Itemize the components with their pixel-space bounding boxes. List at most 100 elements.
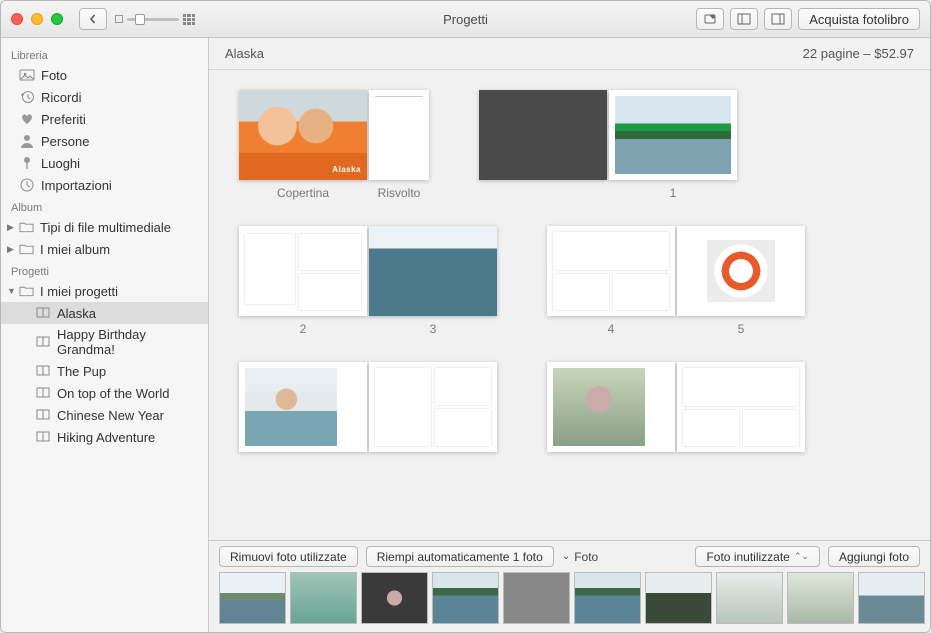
tray-thumbnail-strip[interactable]	[209, 572, 930, 632]
sidebar-item-people[interactable]: Persone	[1, 130, 208, 152]
tray-thumbnail[interactable]	[219, 572, 286, 624]
sidebar-project-pup[interactable]: The Pup	[1, 360, 208, 382]
buy-book-button[interactable]: Acquista fotolibro	[798, 8, 920, 30]
sidebar-item-my-projects[interactable]: ▼ I miei progetti	[1, 280, 208, 302]
disclosure-triangle-icon[interactable]: ▼	[7, 286, 14, 296]
fullscreen-window-button[interactable]	[51, 13, 63, 25]
book-icon	[35, 334, 51, 350]
remove-used-photos-button[interactable]: Rimuovi foto utilizzate	[219, 546, 358, 567]
tray-thumbnail[interactable]	[858, 572, 925, 624]
tray-thumbnail[interactable]	[574, 572, 641, 624]
layout-toggle-button[interactable]	[730, 8, 758, 30]
spread-2-3[interactable]: 2 3	[239, 226, 497, 336]
tray-photos-label: Foto	[574, 550, 598, 564]
photo-filter-label: Foto inutilizzate	[706, 550, 789, 564]
page-2[interactable]	[239, 226, 367, 316]
grid-icon	[183, 14, 195, 25]
sidebar-item-label: I miei album	[40, 242, 110, 257]
page-3[interactable]	[369, 226, 497, 316]
book-settings-button[interactable]	[696, 8, 724, 30]
page-9[interactable]	[677, 362, 805, 452]
add-photos-button[interactable]: Aggiungi foto	[828, 546, 920, 567]
sidebar: Libreria Foto Ricordi Preferiti Persone …	[1, 38, 209, 632]
window-controls	[11, 13, 63, 25]
disclosure-triangle-icon[interactable]: ▶	[7, 244, 14, 255]
tray-thumbnail[interactable]	[290, 572, 357, 624]
sidebar-project-world[interactable]: On top of the World	[1, 382, 208, 404]
tray-thumbnail[interactable]	[503, 572, 570, 624]
page-8[interactable]	[547, 362, 675, 452]
tray-thumbnail[interactable]	[432, 572, 499, 624]
back-button[interactable]	[79, 8, 107, 30]
sidebar-item-label: Tipi di file multimediale	[40, 220, 171, 235]
autofill-label: Riempi automaticamente 1 foto	[377, 550, 543, 564]
page-label: 2	[239, 322, 367, 336]
page-inside-cover[interactable]	[479, 90, 607, 180]
book-title: Alaska	[225, 46, 264, 61]
sidebar-item-media-types[interactable]: ▶ Tipi di file multimediale	[1, 216, 208, 238]
page-cover[interactable]: Alaska	[239, 90, 367, 180]
zoom-slider[interactable]	[115, 14, 195, 25]
page-flap[interactable]	[369, 90, 429, 180]
sidebar-item-label: Chinese New Year	[57, 408, 164, 423]
book-icon	[35, 363, 51, 379]
sidebar-item-label: Ricordi	[41, 90, 81, 105]
tray-thumbnail[interactable]	[645, 572, 712, 624]
page-label: 3	[369, 322, 497, 336]
book-icon	[35, 429, 51, 445]
book-icon	[35, 305, 51, 321]
sidebar-item-imports[interactable]: Importazioni	[1, 174, 208, 196]
sidebar-item-label: Foto	[41, 68, 67, 83]
sidebar-item-memories[interactable]: Ricordi	[1, 86, 208, 108]
tray-thumbnail[interactable]	[787, 572, 854, 624]
tray-photos-toggle[interactable]: ⌄ Foto	[562, 550, 598, 564]
sidebar-item-label: Happy Birthday Grandma!	[57, 327, 202, 357]
spread-0-1[interactable]: 1	[479, 90, 737, 200]
sidebar-item-label: The Pup	[57, 364, 106, 379]
heart-icon	[19, 111, 35, 127]
sidebar-item-places[interactable]: Luoghi	[1, 152, 208, 174]
sidebar-project-cny[interactable]: Chinese New Year	[1, 404, 208, 426]
page-label: 4	[547, 322, 675, 336]
sidebar-item-label: Luoghi	[41, 156, 80, 171]
autofill-button[interactable]: Riempi automaticamente 1 foto	[366, 546, 554, 567]
sidebar-item-my-albums[interactable]: ▶ I miei album	[1, 238, 208, 260]
page-label: 5	[677, 322, 805, 336]
spread-cover[interactable]: Alaska Copertina Risvolto	[239, 90, 429, 200]
sidebar-project-hiking[interactable]: Hiking Adventure	[1, 426, 208, 448]
spread-4-5[interactable]: 4 5	[547, 226, 805, 336]
folder-icon	[18, 283, 34, 299]
photo-filter-dropdown[interactable]: Foto inutilizzate ⌃⌄	[695, 546, 819, 567]
sidebar-project-alaska[interactable]: Alaska	[1, 302, 208, 324]
pin-icon	[19, 155, 35, 171]
sidebar-section-projects: Progetti	[1, 260, 208, 280]
book-pages-scroll[interactable]: Alaska Copertina Risvolto	[209, 70, 930, 540]
sidebar-project-grandma[interactable]: Happy Birthday Grandma!	[1, 324, 208, 360]
sidebar-item-label: I miei progetti	[40, 284, 118, 299]
page-6[interactable]	[239, 362, 367, 452]
page-label: Risvolto	[369, 186, 429, 200]
close-window-button[interactable]	[11, 13, 23, 25]
options-panel-button[interactable]	[764, 8, 792, 30]
tray-thumbnail[interactable]	[716, 572, 783, 624]
sidebar-item-label: Preferiti	[41, 112, 86, 127]
page-1[interactable]	[609, 90, 737, 180]
book-icon	[35, 407, 51, 423]
sidebar-item-photos[interactable]: Foto	[1, 64, 208, 86]
tray-thumbnail[interactable]	[361, 572, 428, 624]
dropdown-caret-icon: ⌃⌄	[794, 551, 809, 562]
page-label: 1	[609, 186, 737, 200]
spread-8-9[interactable]	[547, 362, 805, 452]
page-label	[479, 186, 607, 200]
minimize-window-button[interactable]	[31, 13, 43, 25]
sidebar-item-label: Hiking Adventure	[57, 430, 155, 445]
spread-6-7[interactable]	[239, 362, 497, 452]
disclosure-triangle-icon[interactable]: ▶	[7, 222, 14, 233]
book-header: Alaska 22 pagine – $52.97	[209, 38, 930, 70]
sidebar-item-favorites[interactable]: Preferiti	[1, 108, 208, 130]
sidebar-section-albums: Album	[1, 196, 208, 216]
page-5[interactable]	[677, 226, 805, 316]
folder-icon	[18, 241, 34, 257]
page-4[interactable]	[547, 226, 675, 316]
page-7[interactable]	[369, 362, 497, 452]
